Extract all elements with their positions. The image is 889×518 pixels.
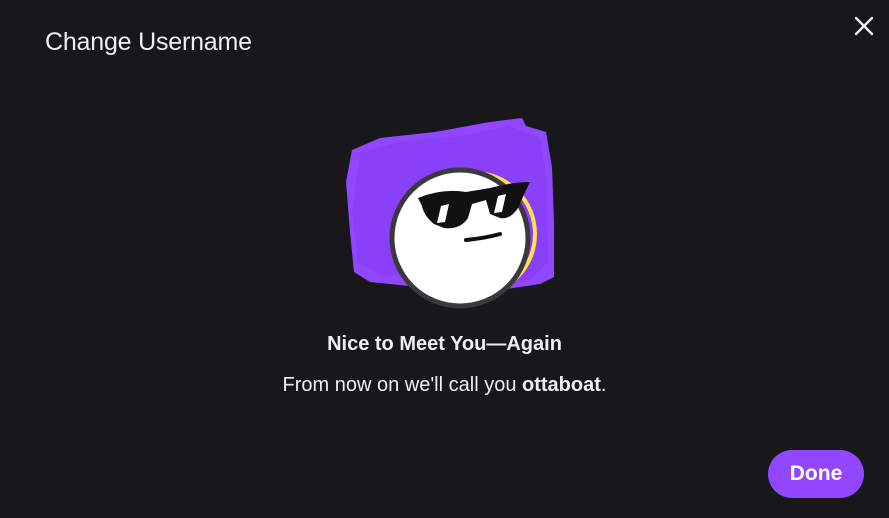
message-prefix: From now on we'll call you: [282, 374, 522, 396]
change-username-dialog: Change Username Nice to Meet You—Again F…: [0, 0, 889, 518]
close-button[interactable]: [848, 12, 880, 44]
dialog-message: From now on we'll call you ottaboat.: [0, 374, 889, 397]
dialog-heading: Nice to Meet You—Again: [327, 333, 562, 355]
sunglasses-face-illustration: [340, 112, 560, 317]
message-suffix: .: [600, 374, 607, 396]
username-value: ottaboat: [522, 374, 601, 396]
close-icon: [854, 16, 874, 41]
sunglasses-face-icon: [346, 118, 554, 309]
done-button[interactable]: Done: [768, 450, 864, 498]
dialog-title: Change Username: [45, 28, 252, 56]
